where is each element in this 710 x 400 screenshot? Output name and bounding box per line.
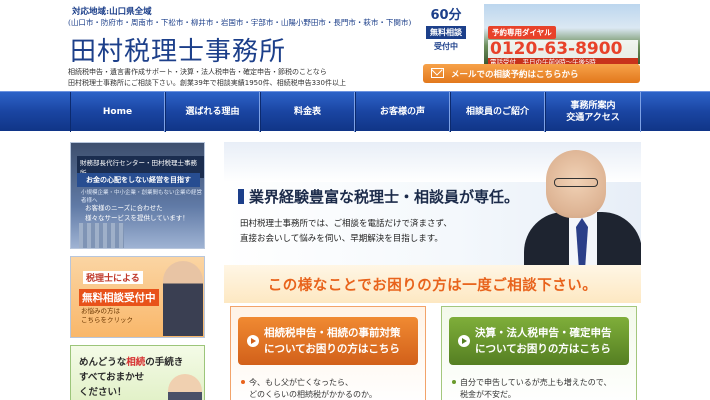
consultation-prompt-text: この様なことでお困りの方は一度ご相談下さい。 xyxy=(267,277,598,294)
free-consultation-banner[interactable]: 税理士による 無料相談受付中 お悩みの方は こちらをクリック xyxy=(70,256,205,338)
nav-home[interactable]: Home xyxy=(70,92,165,132)
banner-text-1: お客様のニーズに合わせた xyxy=(85,204,163,212)
phone-contact[interactable]: 予約専用ダイヤル 0120-63-8900 電話受付 平日の午前9時〜午後5時 xyxy=(488,20,638,67)
banner3-line1: めんどうな相続の手続き xyxy=(79,354,183,368)
banner-text-2: 様々なサービスを提供しています！ xyxy=(85,214,189,222)
concern-text: どのくらいの相続税がかかるのか。 xyxy=(249,390,377,399)
mail-reservation-label: メールでの相談予約はこちらから xyxy=(451,69,579,80)
nav-testimonials[interactable]: お客様の声 xyxy=(355,92,450,132)
office-name-logo[interactable]: 田村税理士事務所 xyxy=(70,31,286,68)
list-item: 自分で申告しているが売上も増えたので、 xyxy=(452,377,611,389)
free-label: 無料相談 xyxy=(426,26,466,39)
banner-sub: 小規模企業・中小企業・創業間もない企業の経営者様へ xyxy=(81,190,203,204)
hero-headline: 業界経験豊富な税理士・相談員が専任。 xyxy=(238,186,519,207)
arrow-right-icon xyxy=(458,335,470,347)
list-item: 税金が不安だ。 xyxy=(452,389,611,400)
inheritance-banner[interactable]: めんどうな相続の手続き すべておまかせ ください！ xyxy=(70,345,205,400)
banner3-line3: ください！ xyxy=(79,387,127,398)
consultation-prompt-bar: この様なことでお困りの方は一度ご相談下さい。 xyxy=(224,265,641,303)
accepting-label: 受付中 xyxy=(434,42,458,51)
mail-icon xyxy=(431,68,444,78)
banner3-line1-post: の手続き xyxy=(145,357,184,368)
banner2-line3: お悩みの方は こちらをクリック xyxy=(81,307,133,325)
corporate-category-card: 決算・法人税申告・確定申告 についてお困りの方はこちら 自分で申告しているが売上… xyxy=(441,306,637,400)
banner2-line3b: こちらをクリック xyxy=(81,316,133,324)
nav-reasons[interactable]: 選ばれる理由 xyxy=(165,92,260,132)
corporate-button-line2: についてお困りの方はこちら xyxy=(475,343,611,355)
advisor-photo-small xyxy=(168,374,202,400)
nav-fees[interactable]: 料金表 xyxy=(260,92,355,132)
inheritance-category-card: 相続税申告・相続の事前対策 についてお困りの方はこちら 今、もし父が亡くなったら… xyxy=(230,306,426,400)
free-consultation-badge: 60分 無料相談 受付中 xyxy=(423,7,469,65)
mail-reservation-button[interactable]: メールでの相談予約はこちらから xyxy=(423,64,640,83)
banner2-line2: 無料相談受付中 xyxy=(79,289,159,306)
corporate-category-button[interactable]: 決算・法人税申告・確定申告 についてお困りの方はこちら xyxy=(449,317,629,365)
nav-staff[interactable]: 相談員のご紹介 xyxy=(450,92,545,132)
tax-accountant-photo xyxy=(524,150,641,292)
hero-body-line2: 直接お会いして悩みを伺い、早期解決を目指します。 xyxy=(240,234,443,244)
concern-text: 今、もし父が亡くなったら、 xyxy=(249,378,353,387)
hero-body: 田村税理士事務所では、ご相談を電話だけで済まさず、 直接お会いして悩みを伺い、早… xyxy=(240,217,452,247)
bullet-icon xyxy=(241,380,245,384)
concern-text: 税金が不安だ。 xyxy=(460,390,516,399)
concern-text: 自分で申告しているが売上も増えたので、 xyxy=(460,378,612,387)
inheritance-button-line1: 相続税申告・相続の事前対策 xyxy=(264,327,401,339)
inheritance-concerns: 今、もし父が亡くなったら、 どのくらいの相続税がかかるのか。 xyxy=(241,377,377,400)
banner3-line1-red: 相続 xyxy=(126,357,146,368)
photo-glasses xyxy=(554,178,598,187)
hero-headline-text: 業界経験豊富な税理士・相談員が専任。 xyxy=(249,188,520,206)
financial-center-banner[interactable]: 財務部長代行センター・田村税理士事務所 お金の心配をしない経営を目指す 小規模企… xyxy=(70,142,205,249)
inheritance-category-button[interactable]: 相続税申告・相続の事前対策 についてお困りの方はこちら xyxy=(238,317,418,365)
building-image xyxy=(79,223,124,248)
bullet-icon xyxy=(452,380,456,384)
inheritance-button-label: 相続税申告・相続の事前対策 についてお困りの方はこちら xyxy=(264,325,401,357)
inheritance-button-line2: についてお困りの方はこちら xyxy=(264,343,400,355)
main-navigation: Home 選ばれる理由 料金表 お客様の声 相談員のご紹介 事務所案内 交通アク… xyxy=(0,91,710,132)
hero-body-line1: 田村税理士事務所では、ご相談を電話だけで済まさず、 xyxy=(240,219,452,229)
reservation-dial-tag: 予約専用ダイヤル xyxy=(488,26,556,39)
list-item: どのくらいの相続税がかかるのか。 xyxy=(241,389,377,400)
services-tagline: 相続税申告・遺言書作成サポート・決算・法人税申告・確定申告・節税のことなら xyxy=(68,68,327,76)
service-area-title: 対応地域:山口県全域 xyxy=(72,7,152,17)
corporate-button-label: 決算・法人税申告・確定申告 についてお困りの方はこちら xyxy=(475,325,612,357)
list-item: 今、もし父が亡くなったら、 xyxy=(241,377,377,389)
banner3-line2: すべておまかせ xyxy=(79,372,145,383)
banner-headline: お金の心配をしない経営を目指す xyxy=(77,173,200,187)
banner3-line1-pre: めんどうな xyxy=(79,357,127,368)
corporate-concerns: 自分で申告しているが売上も増えたので、 税金が不安だ。 xyxy=(452,377,611,400)
headline-marker xyxy=(238,189,244,204)
banner2-line1: 税理士による xyxy=(83,271,143,284)
service-area-list: (山口市・防府市・周南市・下松市・柳井市・岩国市・宇部市・山陽小野田市・長門市・… xyxy=(68,18,412,27)
banner-text: お客様のニーズに合わせた 様々なサービスを提供しています！ xyxy=(85,203,189,223)
banner2-line3a: お悩みの方は xyxy=(81,307,120,315)
corporate-button-line1: 決算・法人税申告・確定申告 xyxy=(475,327,612,339)
site-header: 対応地域:山口県全域 (山口市・防府市・周南市・下松市・柳井市・岩国市・宇部市・… xyxy=(0,0,710,92)
intro-tagline: 田村税理士事務所にご相談下さい。創業39年で相談実績1950件、相続税申告330… xyxy=(68,79,346,87)
advisor-photo xyxy=(163,261,203,336)
nav-office-access[interactable]: 事務所案内 交通アクセス xyxy=(545,92,641,132)
phone-number[interactable]: 0120-63-8900 xyxy=(488,40,638,58)
arrow-right-icon xyxy=(247,335,259,347)
free-minutes: 60分 xyxy=(430,8,462,23)
